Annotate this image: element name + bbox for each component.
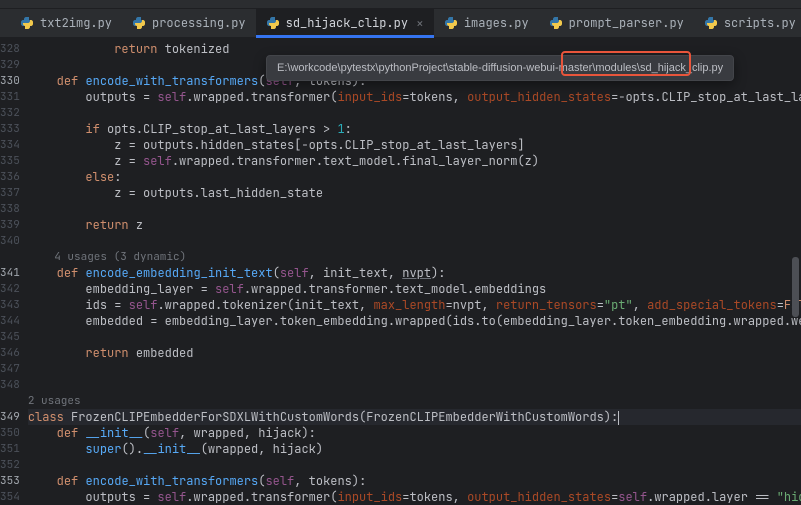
code-line[interactable]: def encode_with_transformers(self, token… [28, 473, 801, 489]
code-line[interactable] [28, 329, 801, 345]
line-number[interactable]: 335 [0, 153, 28, 169]
tab-txt2img[interactable]: txt2img.py [10, 9, 122, 37]
scrollbar-thumb[interactable] [792, 257, 799, 317]
code-line[interactable]: embedding_layer = self.wrapped.transform… [28, 281, 801, 297]
code-line[interactable]: def encode_embedding_init_text(self, ini… [28, 265, 801, 281]
code-line[interactable] [28, 233, 801, 249]
tab-label: txt2img.py [40, 15, 112, 31]
line-number[interactable]: 339 [0, 217, 28, 233]
editor: 328 329 330 331 332 333 334 335 336 337 … [0, 37, 801, 500]
line-number[interactable]: 337 [0, 185, 28, 201]
line-number[interactable]: 347 [0, 361, 28, 377]
tab-label: sd_hijack_clip.py [286, 15, 408, 31]
code-line[interactable]: else: [28, 169, 801, 185]
code-line[interactable]: def __init__(self, wrapped, hijack): [28, 425, 801, 441]
code-line[interactable] [28, 457, 801, 473]
line-number[interactable]: 348 [0, 377, 28, 393]
line-number[interactable]: 333 [0, 121, 28, 137]
line-number[interactable]: 350 [0, 425, 28, 441]
tab-processing[interactable]: processing.py [122, 9, 256, 37]
tab-label: images.py [464, 15, 529, 31]
code-line[interactable] [28, 201, 801, 217]
python-icon [704, 16, 718, 30]
line-number[interactable]: 354 [0, 489, 28, 505]
python-icon [444, 16, 458, 30]
code-line[interactable]: return z [28, 217, 801, 233]
usage-hint[interactable]: 4 usages (3 dynamic) [28, 249, 801, 265]
code-line[interactable]: embedded = embedding_layer.token_embeddi… [28, 313, 801, 329]
code-line[interactable]: z = outputs.hidden_states[-opts.CLIP_sto… [28, 137, 801, 153]
usage-hint[interactable]: 2 usages [28, 393, 801, 409]
tooltip-path-prefix: E:\workcode\pytestx\pythonProject\stable… [277, 62, 595, 74]
line-number[interactable]: 328 [0, 41, 28, 57]
line-number[interactable]: 334 [0, 137, 28, 153]
text-cursor [618, 411, 619, 425]
code-line[interactable]: if opts.CLIP_stop_at_last_layers > 1: [28, 121, 801, 137]
tab-scripts[interactable]: scripts.py [694, 9, 801, 37]
line-number[interactable]: 341 [0, 265, 28, 281]
line-number[interactable]: 349 [0, 409, 28, 425]
titlebar-fragment [0, 0, 801, 9]
line-number[interactable]: 342 [0, 281, 28, 297]
line-number[interactable]: 340 [0, 233, 28, 249]
python-icon [549, 16, 563, 30]
line-number[interactable]: 331 [0, 89, 28, 105]
line-number[interactable]: 344 [0, 313, 28, 329]
tab-prompt-parser[interactable]: prompt_parser.py [539, 9, 694, 37]
tab-sd-hijack-clip[interactable]: sd_hijack_clip.py × [256, 9, 434, 37]
code-line[interactable]: return embedded [28, 345, 801, 361]
file-path-tooltip: E:\workcode\pytestx\pythonProject\stable… [266, 55, 734, 81]
python-icon [266, 16, 280, 30]
line-number[interactable]: 332 [0, 105, 28, 121]
code-line[interactable]: z = outputs.last_hidden_state [28, 185, 801, 201]
close-icon[interactable]: × [416, 15, 424, 32]
line-number[interactable]: 338 [0, 201, 28, 217]
code-line[interactable]: super().__init__(wrapped, hijack) [28, 441, 801, 457]
python-icon [20, 16, 34, 30]
code-area[interactable]: return tokenized def encode_with_transfo… [28, 37, 801, 500]
python-icon [132, 16, 146, 30]
line-number[interactable] [0, 393, 28, 409]
editor-tabs: txt2img.py processing.py sd_hijack_clip.… [0, 9, 801, 37]
line-number[interactable]: 346 [0, 345, 28, 361]
code-line[interactable] [28, 361, 801, 377]
vertical-scrollbar[interactable] [790, 37, 800, 500]
line-number[interactable]: 345 [0, 329, 28, 345]
line-number[interactable]: 353 [0, 473, 28, 489]
code-line[interactable] [28, 105, 801, 121]
line-number-gutter[interactable]: 328 329 330 331 332 333 334 335 336 337 … [0, 37, 28, 500]
code-line[interactable]: outputs = self.wrapped.transformer(input… [28, 89, 801, 105]
line-number[interactable]: 343 [0, 297, 28, 313]
code-line[interactable]: outputs = self.wrapped.transformer(input… [28, 489, 801, 505]
line-number[interactable]: 329 [0, 57, 28, 73]
line-number[interactable]: 351 [0, 441, 28, 457]
tab-images[interactable]: images.py [434, 9, 539, 37]
code-line[interactable] [28, 377, 801, 393]
line-number[interactable] [0, 249, 28, 265]
line-number[interactable]: 352 [0, 457, 28, 473]
tab-label: processing.py [152, 15, 246, 31]
tab-label: prompt_parser.py [569, 15, 684, 31]
tab-label: scripts.py [724, 15, 796, 31]
code-line[interactable]: ids = self.wrapped.tokenizer(init_text, … [28, 297, 801, 313]
line-number[interactable]: 336 [0, 169, 28, 185]
tooltip-path-highlight: modules\sd_hijack_clip.py [595, 62, 723, 74]
code-line[interactable]: z = self.wrapped.transformer.text_model.… [28, 153, 801, 169]
code-line[interactable]: class FrozenCLIPEmbedderForSDXLWithCusto… [28, 409, 801, 425]
line-number[interactable]: 330 [0, 73, 28, 89]
